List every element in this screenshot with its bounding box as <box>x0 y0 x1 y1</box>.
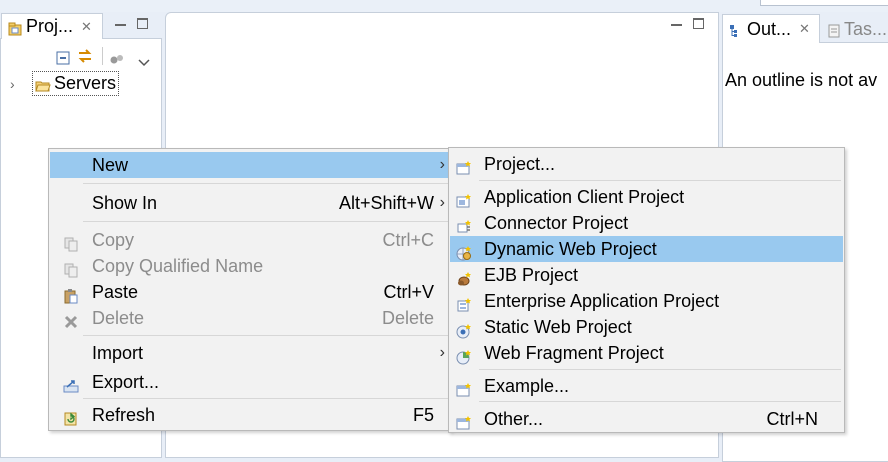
tab-outline[interactable]: Out... ✕ <box>722 14 820 43</box>
refresh-icon <box>63 408 79 426</box>
dynamic-web-project-icon <box>456 242 472 261</box>
tab-outline-label: Out... <box>747 18 792 39</box>
menu-item-paste[interactable]: Paste Ctrl+V <box>50 279 450 305</box>
submenu-item-application-client-project[interactable]: Application Client Project <box>450 184 843 210</box>
tab-tasks[interactable]: Tas... <box>828 16 887 42</box>
submenu-item-project[interactable]: Project... <box>450 151 843 177</box>
menu-separator <box>83 398 448 399</box>
example-icon <box>456 379 472 397</box>
connector-project-icon <box>456 216 472 233</box>
menu-item-delete[interactable]: Delete Delete <box>50 305 450 331</box>
collapse-all-icon[interactable] <box>56 49 70 65</box>
submenu-arrow-icon: › <box>439 156 445 173</box>
folder-icon <box>35 77 51 91</box>
copy-icon <box>63 233 79 252</box>
enterprise-application-project-icon <box>456 294 472 312</box>
outline-message: An outline is not av <box>725 70 878 90</box>
tree-item-label: Servers <box>54 73 117 93</box>
submenu-item-other[interactable]: Other... Ctrl+N <box>450 406 843 432</box>
menu-separator <box>83 335 448 336</box>
menu-separator <box>479 180 841 181</box>
tab-project-explorer[interactable]: Proj... ✕ <box>1 13 103 39</box>
paste-icon <box>63 285 79 304</box>
close-icon[interactable]: ✕ <box>81 19 92 35</box>
other-wizard-icon <box>456 412 472 430</box>
menu-item-refresh[interactable]: Refresh F5 <box>50 402 450 428</box>
submenu-item-enterprise-application-project[interactable]: Enterprise Application Project <box>450 288 843 314</box>
submenu-item-web-fragment-project[interactable]: Web Fragment Project <box>450 340 843 366</box>
tab-project-explorer-label: Proj... <box>26 16 74 36</box>
menu-item-export[interactable]: Export... <box>50 369 450 395</box>
web-fragment-project-icon <box>456 346 472 365</box>
new-submenu: Project... Application Client Project Co… <box>448 147 845 433</box>
menu-item-import[interactable]: Import › <box>50 340 450 366</box>
minimize-icon[interactable] <box>115 18 126 26</box>
view-menu-icon[interactable] <box>138 51 150 67</box>
ejb-project-icon <box>456 268 472 286</box>
submenu-item-ejb-project[interactable]: EJB Project <box>450 262 843 288</box>
workbench-toolbar-strip <box>0 0 888 12</box>
tree-item-servers[interactable]: Servers <box>32 71 120 96</box>
submenu-arrow-icon: › <box>439 194 445 211</box>
editor-minimize-icon[interactable] <box>671 18 682 26</box>
submenu-item-dynamic-web-project[interactable]: Dynamic Web Project <box>450 236 843 262</box>
tab-tasks-label: Tas... <box>844 18 888 39</box>
menu-item-show-in[interactable]: Show In Alt+Shift+W › <box>50 190 450 216</box>
maximize-icon[interactable] <box>137 18 148 29</box>
context-menu: New › Show In Alt+Shift+W › Copy Ctrl+C … <box>48 148 452 431</box>
export-icon <box>63 375 79 393</box>
menu-separator <box>479 369 841 370</box>
filters-icon[interactable] <box>110 50 124 64</box>
application-client-project-icon <box>456 190 472 208</box>
submenu-item-connector-project[interactable]: Connector Project <box>450 210 843 236</box>
tree-expand-icon[interactable]: › <box>10 76 20 92</box>
menu-separator <box>479 401 841 402</box>
tasks-icon <box>828 22 840 38</box>
menu-separator <box>83 183 448 184</box>
project-explorer-icon <box>8 20 22 35</box>
menu-item-copy[interactable]: Copy Ctrl+C <box>50 227 450 253</box>
link-with-editor-icon[interactable] <box>77 48 93 64</box>
static-web-project-icon <box>456 320 472 339</box>
copy-qualified-name-icon <box>63 259 79 278</box>
menu-separator <box>83 221 448 222</box>
quick-access-field[interactable] <box>760 0 888 6</box>
submenu-arrow-icon: › <box>439 344 445 361</box>
outline-icon <box>729 22 743 37</box>
delete-icon <box>63 311 79 329</box>
submenu-item-static-web-project[interactable]: Static Web Project <box>450 314 843 340</box>
outline-close-icon[interactable]: ✕ <box>799 21 810 37</box>
menu-item-copy-qualified-name[interactable]: Copy Qualified Name <box>50 253 450 279</box>
submenu-item-example[interactable]: Example... <box>450 373 843 399</box>
editor-maximize-icon[interactable] <box>693 18 704 29</box>
toolbar-divider <box>102 47 103 65</box>
menu-item-new[interactable]: New › <box>50 152 450 178</box>
new-project-icon <box>456 157 472 175</box>
